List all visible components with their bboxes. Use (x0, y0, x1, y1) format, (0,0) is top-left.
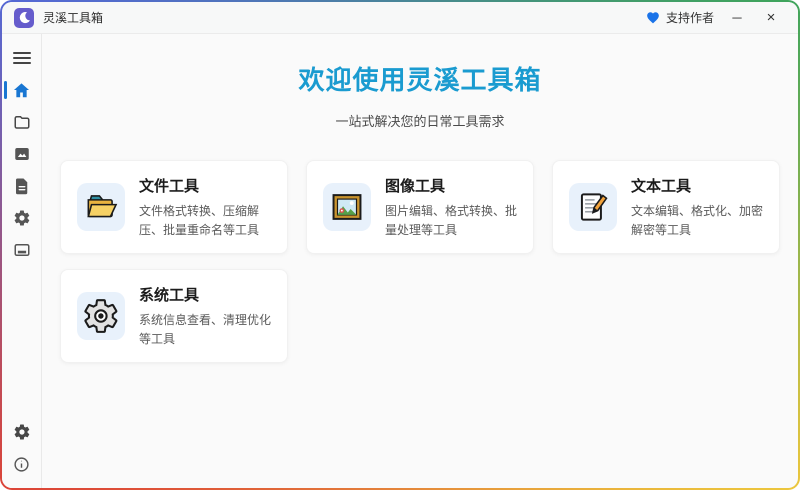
card-description: 文件格式转换、压缩解压、批量重命名等工具 (139, 204, 260, 237)
sidebar-settings-button[interactable] (2, 417, 42, 447)
card-title: 系统工具 (139, 287, 200, 305)
sidebar-item-panel[interactable] (2, 235, 42, 265)
card-title: 文件工具 (139, 178, 200, 195)
card-text: 图像工具 图片编辑、格式转换、批量处理等工具 (385, 175, 517, 239)
document-icon (14, 177, 30, 195)
card-description: 系统信息查看、清理优化等工具 (139, 313, 272, 346)
sidebar-item-system[interactable] (2, 203, 42, 233)
window-title: 灵溪工具箱 (43, 11, 104, 25)
image-icon (13, 145, 31, 163)
info-icon (13, 456, 30, 473)
framed-picture-icon (323, 183, 371, 232)
main-content: 欢迎使用灵溪工具箱 一站式解决您的日常工具需求 文件工具 文件格式转换、压缩解压… (42, 34, 798, 488)
support-author-label: 支持作者 (665, 11, 714, 25)
titlebar-controls: 支持作者 ─ × (640, 5, 788, 31)
card-description: 图片编辑、格式转换、批量处理等工具 (385, 204, 518, 237)
settings-icon (13, 423, 31, 441)
sidebar-item-text[interactable] (2, 171, 42, 201)
minimize-button[interactable]: ─ (720, 5, 754, 31)
close-button[interactable]: × (754, 5, 788, 31)
folder-icon (13, 113, 31, 131)
home-icon (12, 81, 31, 100)
content-row: 欢迎使用灵溪工具箱 一站式解决您的日常工具需求 文件工具 文件格式转换、压缩解压… (2, 34, 798, 488)
sidebar-about-button[interactable] (2, 449, 42, 479)
panel-icon (13, 241, 31, 259)
card-image-tools[interactable]: 图像工具 图片编辑、格式转换、批量处理等工具 (306, 160, 534, 255)
page-subtitle: 一站式解决您的日常工具需求 (335, 114, 505, 129)
card-description: 文本编辑、格式化、加密解密等工具 (631, 204, 764, 237)
sidebar (2, 34, 42, 488)
open-folder-icon (77, 183, 125, 232)
sidebar-item-files[interactable] (2, 107, 42, 137)
menu-toggle-button[interactable] (2, 43, 42, 73)
memo-pencil-icon (569, 183, 617, 232)
gear-icon (77, 292, 125, 341)
sidebar-item-images[interactable] (2, 139, 42, 169)
tool-card-grid: 文件工具 文件格式转换、压缩解压、批量重命名等工具 图像工具 图片编辑、格式转换… (42, 160, 798, 364)
window-gradient-border: 灵溪工具箱 支持作者 ─ × 欢迎使用灵溪工具箱 一站式解决您的日常工具需求 文… (0, 0, 800, 490)
page-title: 欢迎使用灵溪工具箱 (298, 65, 542, 95)
card-file-tools[interactable]: 文件工具 文件格式转换、压缩解压、批量重命名等工具 (60, 160, 288, 255)
titlebar: 灵溪工具箱 支持作者 ─ × (2, 2, 798, 34)
card-text: 文本工具 文本编辑、格式化、加密解密等工具 (631, 175, 763, 239)
card-system-tools[interactable]: 系统工具 系统信息查看、清理优化等工具 (60, 269, 288, 364)
gear-icon (13, 209, 31, 227)
card-text: 系统工具 系统信息查看、清理优化等工具 (139, 284, 271, 348)
heart-icon (646, 11, 660, 24)
card-text: 文件工具 文件格式转换、压缩解压、批量重命名等工具 (139, 175, 271, 239)
card-title: 图像工具 (385, 178, 446, 195)
app-logo-moon-icon (14, 7, 34, 28)
app-window: 灵溪工具箱 支持作者 ─ × 欢迎使用灵溪工具箱 一站式解决您的日常工具需求 文… (2, 2, 798, 488)
support-author-button[interactable]: 支持作者 (640, 5, 720, 30)
card-text-tools[interactable]: 文本工具 文本编辑、格式化、加密解密等工具 (552, 160, 780, 255)
hamburger-icon (12, 50, 31, 66)
sidebar-item-home[interactable] (2, 75, 42, 105)
card-title: 文本工具 (631, 178, 692, 195)
